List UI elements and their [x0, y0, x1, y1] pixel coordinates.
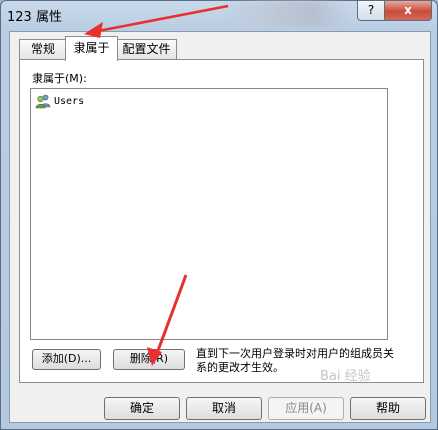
- properties-window: 123 属性 ? x 常规 隶属于 配置文件 隶属于(M): Users 添加(…: [0, 0, 438, 430]
- tab-member-of[interactable]: 隶属于: [65, 36, 118, 61]
- add-button[interactable]: 添加(D)...: [32, 349, 101, 370]
- watermark: Bai 经验: [320, 369, 371, 384]
- tab-general[interactable]: 常规: [19, 39, 67, 60]
- ok-button[interactable]: 确定: [104, 397, 180, 420]
- blurred-region: [221, 1, 351, 27]
- member-of-panel: 隶属于(M): Users 添加(D)... 删除(R) 直到下一次用户登录时对…: [19, 59, 424, 383]
- item-label: Users: [54, 95, 85, 107]
- remove-button[interactable]: 删除(R): [113, 349, 185, 370]
- close-button[interactable]: x: [384, 1, 432, 21]
- cancel-button[interactable]: 取消: [186, 397, 262, 420]
- list-item[interactable]: Users: [35, 93, 84, 109]
- member-listbox[interactable]: Users: [30, 88, 388, 340]
- title-bar[interactable]: 123 属性 ? x: [1, 1, 437, 29]
- window-title: 123 属性: [7, 10, 62, 25]
- help-button[interactable]: 帮助: [350, 397, 426, 420]
- tab-profile[interactable]: 配置文件: [116, 39, 177, 60]
- title-help-button[interactable]: ?: [357, 1, 385, 21]
- group-icon: [35, 94, 51, 109]
- member-of-label: 隶属于(M):: [32, 72, 87, 85]
- apply-button[interactable]: 应用(A): [268, 397, 344, 420]
